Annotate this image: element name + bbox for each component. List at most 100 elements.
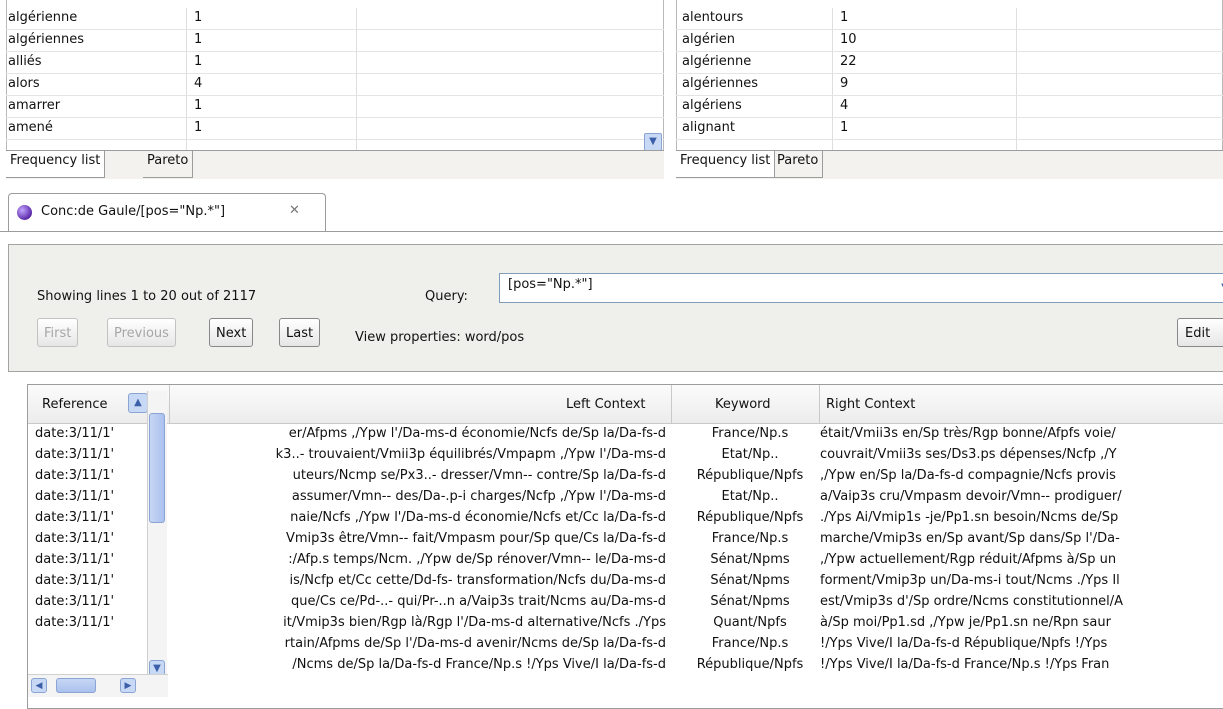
tab-pareto[interactable]: Pareto <box>143 151 194 178</box>
frequency-row[interactable]: alors 4 <box>6 74 664 96</box>
keyword-cell: Sénat/Npms <box>710 573 790 588</box>
last-button[interactable]: Last <box>279 318 321 347</box>
concordance-table: Reference ▲ Left Context Keyword Right C… <box>27 384 1223 709</box>
column-header-reference[interactable]: Reference <box>42 397 107 412</box>
frequency-count: 1 <box>194 54 203 69</box>
left-context-cell: k3..- trouvaient/Vmii3p équilibrés/Vmpap… <box>275 447 666 462</box>
previous-button[interactable]: Previous <box>107 318 176 347</box>
column-header-right-context[interactable]: Right Context <box>826 397 915 412</box>
keyword-cell: France/Np.s <box>711 426 789 441</box>
scroll-up-icon[interactable]: ▲ <box>128 393 148 413</box>
frequency-count: 1 <box>194 10 203 25</box>
table-row[interactable]: date:3/11/1' er/Afpms ,/Ypw l'/Da-ms-d éc… <box>28 425 1223 446</box>
frequency-count: 4 <box>840 98 849 113</box>
frequency-row[interactable]: alliés 1 <box>6 52 664 74</box>
close-icon[interactable]: ✕ <box>289 203 300 218</box>
frequency-row[interactable]: algérien 10 <box>676 30 1223 52</box>
table-row[interactable]: date:3/11/1' naie/Ncfs ,/Ypw l'/Da-ms-d é… <box>28 509 1223 530</box>
query-value: [pos="Np.*"] <box>508 277 593 292</box>
right-context-cell: marche/Vmip3s en/Sp avant/Sp dans/Sp l'/… <box>820 531 1120 546</box>
first-button[interactable]: First <box>37 318 79 347</box>
concordance-globe-icon <box>17 205 32 220</box>
tab-divider <box>0 231 1223 232</box>
reference-vertical-scrollbar[interactable]: ▼ <box>147 391 167 678</box>
column-header-keyword[interactable]: Keyword <box>715 397 771 412</box>
column-header-left-context[interactable]: Left Context <box>566 397 646 412</box>
right-context-cell: était/Vmii3s en/Sp très/Rgp bonne/Afpfs … <box>820 426 1116 441</box>
left-context-cell: rtain/Afpms de/Sp l'/Da-ms-d avenir/Ncms… <box>284 636 666 651</box>
table-body: date:3/11/1' er/Afpms ,/Ypw l'/Da-ms-d éc… <box>28 425 1223 677</box>
keyword-cell: Sénat/Npms <box>710 594 790 609</box>
table-row[interactable]: date:3/11/1' it/Vmip3s bien/Rgp là/Rgp l'… <box>28 614 1223 635</box>
left-context-cell: uteurs/Ncmp se/Px3..- dresser/Vmn-- cont… <box>292 468 666 483</box>
frequency-count: 1 <box>194 98 203 113</box>
frequency-row[interactable]: alentours 1 <box>676 8 1223 30</box>
frequency-word: amarrer <box>8 98 61 113</box>
reference-cell: date:3/11/1' <box>35 531 115 546</box>
tab-pareto[interactable]: Pareto <box>773 151 824 178</box>
left-context-cell: it/Vmip3s bien/Rgp là/Rgp l'/Da-ms-d alt… <box>283 615 666 630</box>
frequency-row[interactable]: algériennes 9 <box>676 74 1223 96</box>
frequency-tab-bar-right: Frequency list Pareto <box>676 150 1223 179</box>
frequency-row[interactable]: amarrer 1 <box>6 96 664 118</box>
left-context-cell: is/Ncfp et/Cc cette/Dd-fs- transformatio… <box>289 573 666 588</box>
next-button[interactable]: Next <box>209 318 254 347</box>
frequency-row[interactable]: amené 1 <box>6 118 664 140</box>
tab-frequency-list[interactable]: Frequency list <box>676 151 776 178</box>
tab-frequency-list[interactable]: Frequency list <box>6 151 106 178</box>
tab-concordance[interactable]: Conc:de Gaule/[pos="Np.*"] ✕ <box>8 193 326 232</box>
scrollbar-thumb[interactable] <box>56 678 96 693</box>
column-separator <box>671 385 672 423</box>
table-row[interactable]: date:3/11/1' assumer/Vmn-- des/Da-.p-i ch… <box>28 488 1223 509</box>
edit-button[interactable]: Edit <box>1177 318 1223 347</box>
frequency-word: algérienne <box>682 54 752 69</box>
frequency-count: 1 <box>840 10 849 25</box>
left-context-cell: :/Afp.s temps/Ncm. ,/Ypw de/Sp rénover/V… <box>288 552 666 567</box>
frequency-count: 1 <box>194 120 203 135</box>
frequency-count: 10 <box>840 32 857 47</box>
right-context-cell: a/Vaip3s cru/Vmpasm devoir/Vmn-- prodigu… <box>820 489 1122 504</box>
frequency-row[interactable]: algérienne 22 <box>676 52 1223 74</box>
reference-cell: date:3/11/1' <box>35 594 115 609</box>
scrollbar-thumb[interactable] <box>149 413 165 523</box>
chevron-down-icon[interactable]: ▼ <box>1217 279 1223 297</box>
keyword-cell: République/Npfs <box>696 468 804 483</box>
right-context-cell: ,/Ypw en/Sp la/Da-fs-d compagnie/Ncfs pr… <box>820 468 1116 483</box>
reference-horizontal-scrollbar[interactable]: ◀ ▶ <box>28 674 168 697</box>
column-separator <box>819 385 820 423</box>
frequency-word: algérienne <box>8 10 78 25</box>
frequency-pane-right: alentours 1 algérien 10 algérienne 22 algér… <box>670 0 1223 182</box>
table-row[interactable]: date:3/11/1' Vmip3s être/Vmn-- fait/Vmpas… <box>28 530 1223 551</box>
scroll-right-icon[interactable]: ▶ <box>120 678 136 693</box>
view-properties-text: View properties: word/pos <box>355 330 525 345</box>
table-row[interactable]: rtain/Afpms de/Sp l'/Da-ms-d avenir/Ncms… <box>28 635 1223 656</box>
scroll-down-icon[interactable]: ▼ <box>644 133 662 151</box>
frequency-pane-left: algérienne 1 algériennes 1 alliés 1 alors 4 … <box>0 0 664 182</box>
frequency-word: algériennes <box>682 76 759 91</box>
right-context-cell: à/Sp moi/Pp1.sd ,/Ypw je/Pp1.sn ne/Rpn s… <box>820 615 1111 630</box>
column-separator <box>169 385 170 423</box>
table-row[interactable]: date:3/11/1' k3..- trouvaient/Vmii3p équi… <box>28 446 1223 467</box>
frequency-row[interactable]: alignant 1 <box>676 118 1223 140</box>
result-count-text: Showing lines 1 to 20 out of 2117 <box>37 289 257 304</box>
left-context-cell: Vmip3s être/Vmn-- fait/Vmpasm pour/Sp qu… <box>286 531 666 546</box>
left-context-cell: que/Cs ce/Pd-..- qui/Pr-..n a/Vaip3s tra… <box>291 594 666 609</box>
scroll-left-icon[interactable]: ◀ <box>31 678 47 693</box>
table-row[interactable]: date:3/11/1' is/Ncfp et/Cc cette/Dd-fs- t… <box>28 572 1223 593</box>
right-context-cell: forment/Vmip3p un/Da-ms-i tout/Ncms ./Yp… <box>820 573 1120 588</box>
table-row[interactable]: date:3/11/1' uteurs/Ncmp se/Px3..- dresse… <box>28 467 1223 488</box>
table-row[interactable]: date:3/11/1' que/Cs ce/Pd-..- qui/Pr-..n … <box>28 593 1223 614</box>
frequency-count: 1 <box>194 32 203 47</box>
frequency-row[interactable]: algériens 4 <box>676 96 1223 118</box>
table-row[interactable]: date:3/11/1':/Afp.s temps/Ncm. ,/Ypw de/… <box>28 551 1223 572</box>
frequency-count: 9 <box>840 76 849 91</box>
frequency-row[interactable]: algériennes 1 <box>6 30 664 52</box>
keyword-cell: France/Np.s <box>711 531 789 546</box>
frequency-word: alignant <box>682 120 735 135</box>
table-row[interactable]: /Ncms de/Sp la/Da-fs-d France/Np.s !/Yps… <box>28 656 1223 677</box>
reference-cell: date:3/11/1' <box>35 573 115 588</box>
right-context-cell: couvrait/Vmii3s ses/Ds3.ps dépenses/Ncfp… <box>820 447 1117 462</box>
frequency-row[interactable]: algérienne 1 <box>6 8 664 30</box>
query-input[interactable]: [pos="Np.*"] ▼ <box>499 273 1223 303</box>
reference-cell: date:3/11/1' <box>35 447 115 462</box>
